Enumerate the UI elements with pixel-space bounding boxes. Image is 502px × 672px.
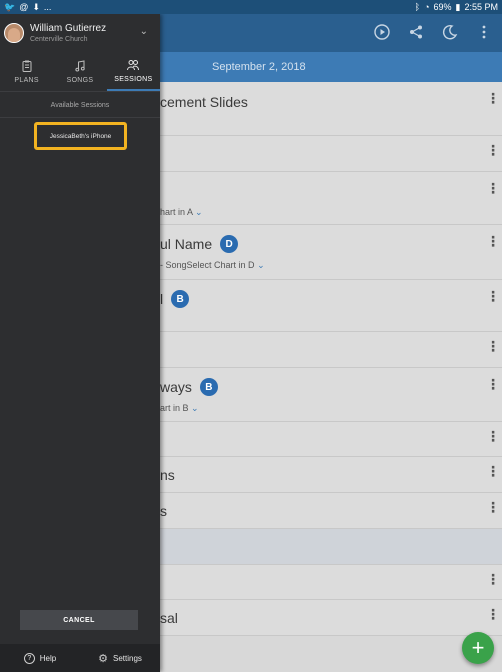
chevron-down-icon: ⌄ — [191, 403, 199, 413]
tab-label: SONGS — [66, 76, 94, 84]
item-menu-icon[interactable]: ⋮ — [486, 91, 500, 105]
item-title: lB — [160, 290, 190, 308]
status-bar: 🐦 @ ⬇ ... ᛒ ◔ 69% ▮ 2:55 PM — [0, 0, 502, 14]
tab-label: SESSIONS — [114, 75, 153, 83]
at-icon: @ — [19, 2, 29, 12]
sessions-header: Available Sessions — [0, 92, 160, 118]
key-badge: B — [199, 378, 218, 396]
help-icon: ? — [23, 652, 35, 664]
item-menu-icon[interactable]: ⋮ — [486, 181, 500, 195]
item-title: ways B — [160, 378, 218, 396]
share-icon[interactable] — [406, 22, 426, 42]
help-label: Help — [39, 653, 57, 663]
item-title: cement Slides — [160, 94, 248, 110]
avatar — [4, 23, 24, 43]
item-title: sal — [160, 610, 178, 626]
chevron-down-icon: ⌄ — [257, 260, 265, 270]
play-icon[interactable] — [372, 22, 392, 42]
twitter-icon: 🐦 — [4, 1, 16, 12]
chevron-down-icon: ⌄ — [195, 207, 203, 217]
tab-plans[interactable]: PLANS — [0, 52, 53, 91]
item-menu-icon[interactable]: ⋮ — [486, 572, 500, 586]
item-subtitle[interactable]: - SongSelect Chart in D ⌄ — [160, 260, 265, 271]
battery-icon: ▮ — [455, 1, 461, 12]
account-switcher[interactable]: William Gutierrez Centerville Church ⌄ — [0, 14, 160, 52]
item-menu-icon[interactable]: ⋮ — [486, 500, 500, 514]
tab-label: PLANS — [14, 76, 39, 84]
settings-button[interactable]: ⚙ Settings — [80, 644, 160, 672]
add-button[interactable]: + — [462, 632, 494, 664]
item-title: s — [160, 503, 167, 519]
item-title: ns — [160, 467, 175, 483]
night-mode-icon[interactable] — [440, 22, 460, 42]
gear-icon: ⚙ — [98, 652, 108, 665]
item-title: ul Name D — [160, 235, 239, 253]
drawer-tabs: PLANS SONGS SESSIONS — [0, 52, 160, 92]
item-subtitle[interactable]: art in B ⌄ — [160, 403, 199, 414]
download-icon: ⬇ — [32, 1, 40, 12]
item-menu-icon[interactable]: ⋮ — [486, 377, 500, 391]
clipboard-icon — [22, 60, 32, 72]
key-badge: B — [171, 290, 190, 308]
church-name: Centerville Church — [30, 36, 88, 43]
key-badge: D — [220, 235, 239, 253]
tab-songs[interactable]: SONGS — [53, 52, 106, 91]
help-button[interactable]: ? Help — [0, 644, 80, 672]
item-menu-icon[interactable]: ⋮ — [486, 607, 500, 621]
item-menu-icon[interactable]: ⋮ — [486, 429, 500, 443]
drawer-footer: ? Help ⚙ Settings — [0, 644, 160, 672]
people-icon — [127, 59, 140, 70]
cancel-button[interactable]: CANCEL — [20, 610, 138, 630]
plan-date: September 2, 2018 — [212, 61, 306, 73]
more-icon: ... — [43, 2, 52, 12]
session-item[interactable]: JessicaBeth's iPhone — [34, 122, 127, 150]
battery-level: 69% — [433, 2, 452, 12]
item-subtitle[interactable]: hart in A ⌄ — [160, 207, 203, 218]
item-menu-icon[interactable]: ⋮ — [486, 143, 500, 157]
item-menu-icon[interactable]: ⋮ — [486, 234, 500, 248]
item-menu-icon[interactable]: ⋮ — [486, 339, 500, 353]
navigation-drawer: William Gutierrez Centerville Church ⌄ P… — [0, 14, 160, 672]
item-menu-icon[interactable]: ⋮ — [486, 289, 500, 303]
wifi-icon: ◔ — [424, 2, 430, 12]
bluetooth-icon: ᛒ — [414, 2, 421, 12]
tab-sessions[interactable]: SESSIONS — [106, 52, 160, 91]
chevron-down-icon[interactable]: ⌄ — [140, 26, 148, 37]
item-menu-icon[interactable]: ⋮ — [486, 464, 500, 478]
settings-label: Settings — [112, 653, 142, 663]
music-note-icon — [75, 59, 85, 72]
user-name: William Gutierrez — [30, 23, 107, 34]
more-vert-icon[interactable] — [474, 22, 494, 42]
clock: 2:55 PM — [464, 2, 498, 12]
